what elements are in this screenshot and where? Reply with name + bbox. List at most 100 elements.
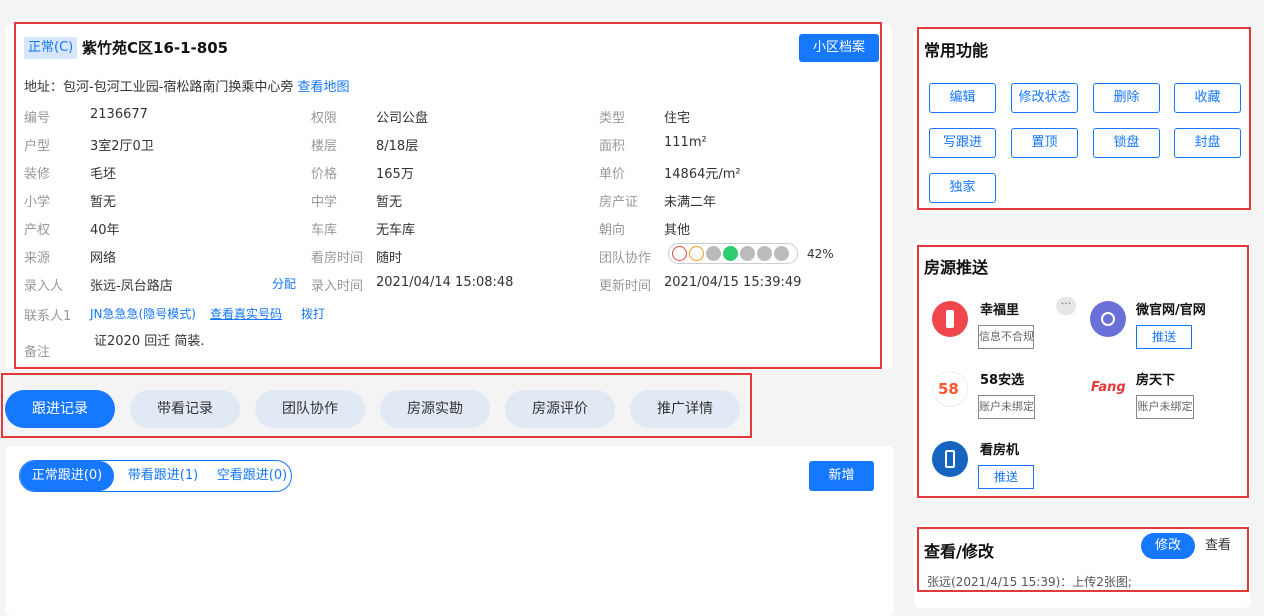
property-push-card: 房源推送 幸福里 ··· 信息不合规 微官网/官网 推送 58 58安选 账户未… bbox=[914, 240, 1250, 498]
camera-icon bbox=[723, 246, 738, 261]
price-label: 价格 bbox=[311, 167, 338, 182]
xingfuli-name: 幸福里 bbox=[980, 303, 1020, 318]
area-value: 111m² bbox=[664, 135, 707, 150]
type-value: 住宅 bbox=[664, 111, 691, 126]
common-functions-card: 常用功能 编辑 修改状态 删除 收藏 写跟进 置顶 锁盘 封盘 独家 bbox=[914, 26, 1250, 210]
tab-promotion-details[interactable]: 推广详情 bbox=[630, 390, 740, 428]
unit-price-value: 14864元/m² bbox=[664, 167, 741, 182]
lock-listing-button[interactable]: 锁盘 bbox=[1093, 128, 1160, 158]
contact-label: 联系人1 bbox=[24, 309, 72, 324]
ownership-value: 40年 bbox=[90, 223, 120, 238]
certificate-value: 未满二年 bbox=[664, 195, 717, 210]
property-push-title: 房源推送 bbox=[924, 258, 989, 277]
permission-value: 公司公盘 bbox=[376, 111, 429, 126]
layers-icon bbox=[706, 246, 721, 261]
modify-button[interactable]: 修改 bbox=[1141, 533, 1195, 559]
pin-top-button[interactable]: 置顶 bbox=[1011, 128, 1078, 158]
followup-panel: 正常跟进(0) 带看跟进(1) 空看跟进(0) 新增 bbox=[6, 446, 894, 616]
address-text: 包河-包河工业园-宿松路南门换乘中心旁 bbox=[63, 80, 294, 95]
more-icon[interactable]: ··· bbox=[1056, 297, 1076, 315]
microsite-push-button[interactable]: 推送 bbox=[1136, 325, 1192, 349]
garage-label: 车库 bbox=[311, 223, 338, 238]
change-status-button[interactable]: 修改状态 bbox=[1011, 83, 1078, 113]
kiosk-icon bbox=[932, 441, 968, 477]
type-label: 类型 bbox=[599, 111, 626, 126]
58-anxuan-status: 账户未绑定 bbox=[978, 395, 1035, 419]
community-archive-button[interactable]: 小区档案 bbox=[799, 34, 879, 62]
team-icons bbox=[668, 243, 798, 264]
view-button[interactable]: 查看 bbox=[1198, 533, 1238, 559]
ownership-label: 产权 bbox=[24, 223, 51, 238]
code-label: 编号 bbox=[24, 111, 51, 126]
property-info-card: 正常(C) 紫竹苑C区16-1-805 小区档案 地址：包河-包河工业园-宿松路… bbox=[6, 24, 892, 370]
seal-listing-button[interactable]: 封盘 bbox=[1174, 128, 1241, 158]
team-label: 团队协作 bbox=[599, 251, 652, 266]
address-row: 地址：包河-包河工业园-宿松路南门换乘中心旁 查看地图 bbox=[24, 76, 350, 95]
layout-label: 户型 bbox=[24, 139, 51, 154]
certificate-label: 房产证 bbox=[599, 195, 639, 210]
team-percent: 42% bbox=[807, 247, 834, 261]
delete-button[interactable]: 删除 bbox=[1093, 83, 1160, 113]
key-icon bbox=[740, 246, 755, 261]
updated-time-value: 2021/04/15 15:39:49 bbox=[664, 275, 802, 290]
community-archive-label: 小区档案 bbox=[812, 40, 865, 55]
link-icon bbox=[1090, 301, 1126, 337]
tab-followup-records[interactable]: 跟进记录 bbox=[5, 390, 115, 428]
exclusive-button[interactable]: 独家 bbox=[929, 173, 996, 203]
view-modify-title: 查看/修改 bbox=[924, 542, 994, 561]
fangtianxia-status: 账户未绑定 bbox=[1136, 395, 1194, 419]
subtab-viewing-followup[interactable]: 带看跟进(1) bbox=[117, 461, 209, 491]
price-value: 165万 bbox=[376, 167, 414, 182]
entered-by-label: 录入人 bbox=[24, 279, 64, 294]
floor-value: 8/18层 bbox=[376, 139, 419, 154]
pencil-icon bbox=[672, 246, 687, 261]
kiosk-name: 看房机 bbox=[980, 443, 1020, 458]
dial-link[interactable]: 拨打 bbox=[301, 305, 325, 322]
primary-school-value: 暂无 bbox=[90, 195, 117, 210]
edit-button[interactable]: 编辑 bbox=[929, 83, 996, 113]
orientation-value: 其他 bbox=[664, 223, 691, 238]
contact-name[interactable]: JN急急急(隐号模式) bbox=[90, 305, 196, 322]
write-followup-button[interactable]: 写跟进 bbox=[929, 128, 996, 158]
viewing-time-value: 随时 bbox=[376, 251, 403, 266]
tab-property-survey[interactable]: 房源实勘 bbox=[380, 390, 490, 428]
followup-subtabs: 正常跟进(0) 带看跟进(1) 空看跟进(0) bbox=[19, 460, 292, 492]
tab-viewing-records[interactable]: 带看记录 bbox=[130, 390, 240, 428]
xingfuli-status: 信息不合规 bbox=[978, 325, 1034, 349]
subtab-normal-followup[interactable]: 正常跟进(0) bbox=[20, 461, 114, 491]
fang-icon: Fang bbox=[1090, 371, 1126, 407]
58-anxuan-name: 58安选 bbox=[980, 373, 1025, 388]
kiosk-push-button[interactable]: 推送 bbox=[978, 465, 1034, 489]
primary-school-label: 小学 bbox=[24, 195, 51, 210]
assign-link[interactable]: 分配 bbox=[272, 275, 296, 292]
remark-label: 备注 bbox=[24, 345, 51, 360]
favorite-button[interactable]: 收藏 bbox=[1174, 83, 1241, 113]
address-label: 地址： bbox=[24, 80, 64, 95]
area-label: 面积 bbox=[599, 139, 626, 154]
permission-label: 权限 bbox=[311, 111, 338, 126]
subtab-empty-followup[interactable]: 空看跟进(0) bbox=[206, 461, 291, 491]
common-functions-title: 常用功能 bbox=[924, 41, 989, 60]
source-value: 网络 bbox=[90, 251, 117, 266]
view-modify-card: 查看/修改 修改 查看 张远(2021/4/15 15:39)：上传2张图; bbox=[914, 524, 1250, 608]
middle-school-label: 中学 bbox=[311, 195, 338, 210]
updated-time-label: 更新时间 bbox=[599, 279, 652, 294]
entered-by-value: 张远-凤台路店 bbox=[90, 279, 173, 294]
view-real-number-link[interactable]: 查看真实号码 bbox=[210, 305, 282, 322]
fangtianxia-name: 房天下 bbox=[1136, 373, 1176, 388]
check-icon bbox=[774, 246, 789, 261]
entered-time-label: 录入时间 bbox=[311, 279, 364, 294]
garage-value: 无车库 bbox=[376, 223, 416, 238]
tab-property-review[interactable]: 房源评价 bbox=[505, 390, 615, 428]
xingfuli-icon bbox=[932, 301, 968, 337]
phone-icon bbox=[689, 246, 704, 261]
tab-team-collaboration[interactable]: 团队协作 bbox=[255, 390, 365, 428]
orientation-label: 朝向 bbox=[599, 223, 626, 238]
microsite-name: 微官网/官网 bbox=[1136, 303, 1206, 318]
add-followup-button[interactable]: 新增 bbox=[809, 461, 874, 491]
remark-value: 证2020 回迁 简装. bbox=[94, 334, 205, 349]
entered-time-value: 2021/04/14 15:08:48 bbox=[376, 275, 514, 290]
view-map-link[interactable]: 查看地图 bbox=[298, 80, 350, 95]
floor-label: 楼层 bbox=[311, 139, 338, 154]
layout-value: 3室2厅0卫 bbox=[90, 139, 154, 154]
